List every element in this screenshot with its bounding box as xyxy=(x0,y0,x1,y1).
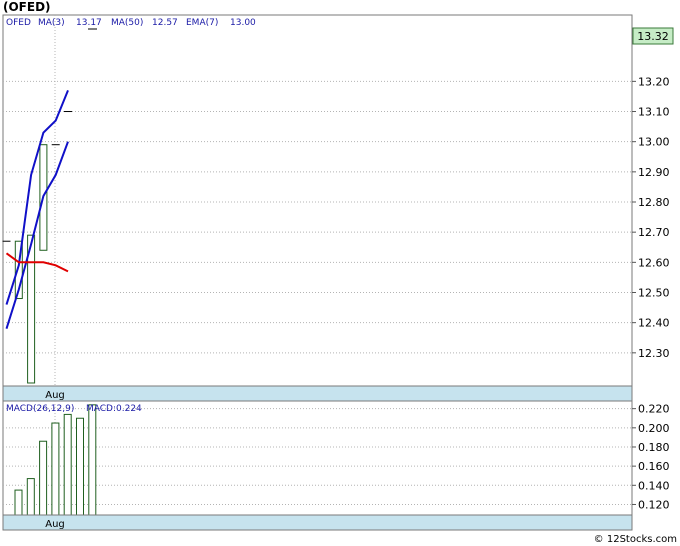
macd-panel-frame xyxy=(2,400,633,516)
price-y-tick-label: 12.40 xyxy=(638,317,670,330)
legend-ema7-value: 13.00 xyxy=(230,18,256,28)
candle xyxy=(27,234,36,384)
price-y-tick-label: 12.60 xyxy=(638,256,670,269)
macd-y-tick-label: 0.140 xyxy=(638,479,670,492)
macd-bar xyxy=(76,417,84,516)
price-y-tick-label: 12.70 xyxy=(638,226,670,239)
macd-y-tick-label: 0.180 xyxy=(638,441,670,454)
watermark: © 12Stocks.com xyxy=(594,534,677,545)
price-y-axis: 12.30 12.40 12.50 12.60 12.70 12.80 12.90 13.00… xyxy=(632,75,670,360)
chart-title: (OFED) xyxy=(3,0,51,14)
chart-canvas: 12.30 12.40 12.50 12.60 12.70 12.80 12.90 13.00… xyxy=(2,0,677,545)
price-y-tick-label: 13.20 xyxy=(638,75,670,88)
last-price-label: 13.32 xyxy=(637,30,669,43)
price-y-tick-label: 12.30 xyxy=(638,347,670,360)
macd-bar xyxy=(88,404,97,516)
legend-ma3-value: 13.17 xyxy=(76,18,102,28)
macd-bar xyxy=(63,413,72,516)
price-y-tick-label: 13.10 xyxy=(638,106,670,119)
price-y-tick-label: 12.50 xyxy=(638,286,670,299)
legend-row: OFED MA(3) 13.17 MA(50) 12.57 EMA(7) 13.… xyxy=(6,18,256,28)
legend-ma50-value: 12.57 xyxy=(152,18,178,28)
macd-bar xyxy=(14,489,23,516)
price-y-tick-label: 12.80 xyxy=(638,196,670,209)
macd-y-tick-label: 0.220 xyxy=(638,403,670,416)
macd-y-tick-label: 0.120 xyxy=(638,498,670,511)
price-y-tick-label: 13.00 xyxy=(638,136,670,149)
macd-y-tick-label: 0.160 xyxy=(638,460,670,473)
macd-y-tick-label: 0.200 xyxy=(638,422,670,435)
legend-ma50-label: MA(50) xyxy=(111,18,143,28)
macd-y-axis: 0.120 0.140 0.160 0.180 0.200 0.220 xyxy=(632,403,670,511)
price-y-tick-label: 12.90 xyxy=(638,166,670,179)
macd-legend-row: MACD(26,12,9) MACD:0.224 xyxy=(6,404,142,414)
candle-body xyxy=(27,234,36,384)
macd-bar xyxy=(51,422,60,516)
legend-ma3-label: MA(3) xyxy=(38,18,65,28)
macd-x-axis-band xyxy=(2,514,633,531)
legend-ema7-label: EMA(7) xyxy=(186,18,218,28)
macd-x-tick-aug: Aug xyxy=(45,519,65,530)
price-panel-frame xyxy=(2,14,633,387)
price-x-tick-aug: Aug xyxy=(45,390,65,401)
macd-value: MACD:0.224 xyxy=(86,404,142,414)
macd-bar xyxy=(39,440,48,516)
macd-bar xyxy=(26,478,35,516)
macd-title: MACD(26,12,9) xyxy=(6,404,74,414)
price-x-axis-band xyxy=(2,385,633,402)
legend-ticker: OFED xyxy=(6,18,31,28)
